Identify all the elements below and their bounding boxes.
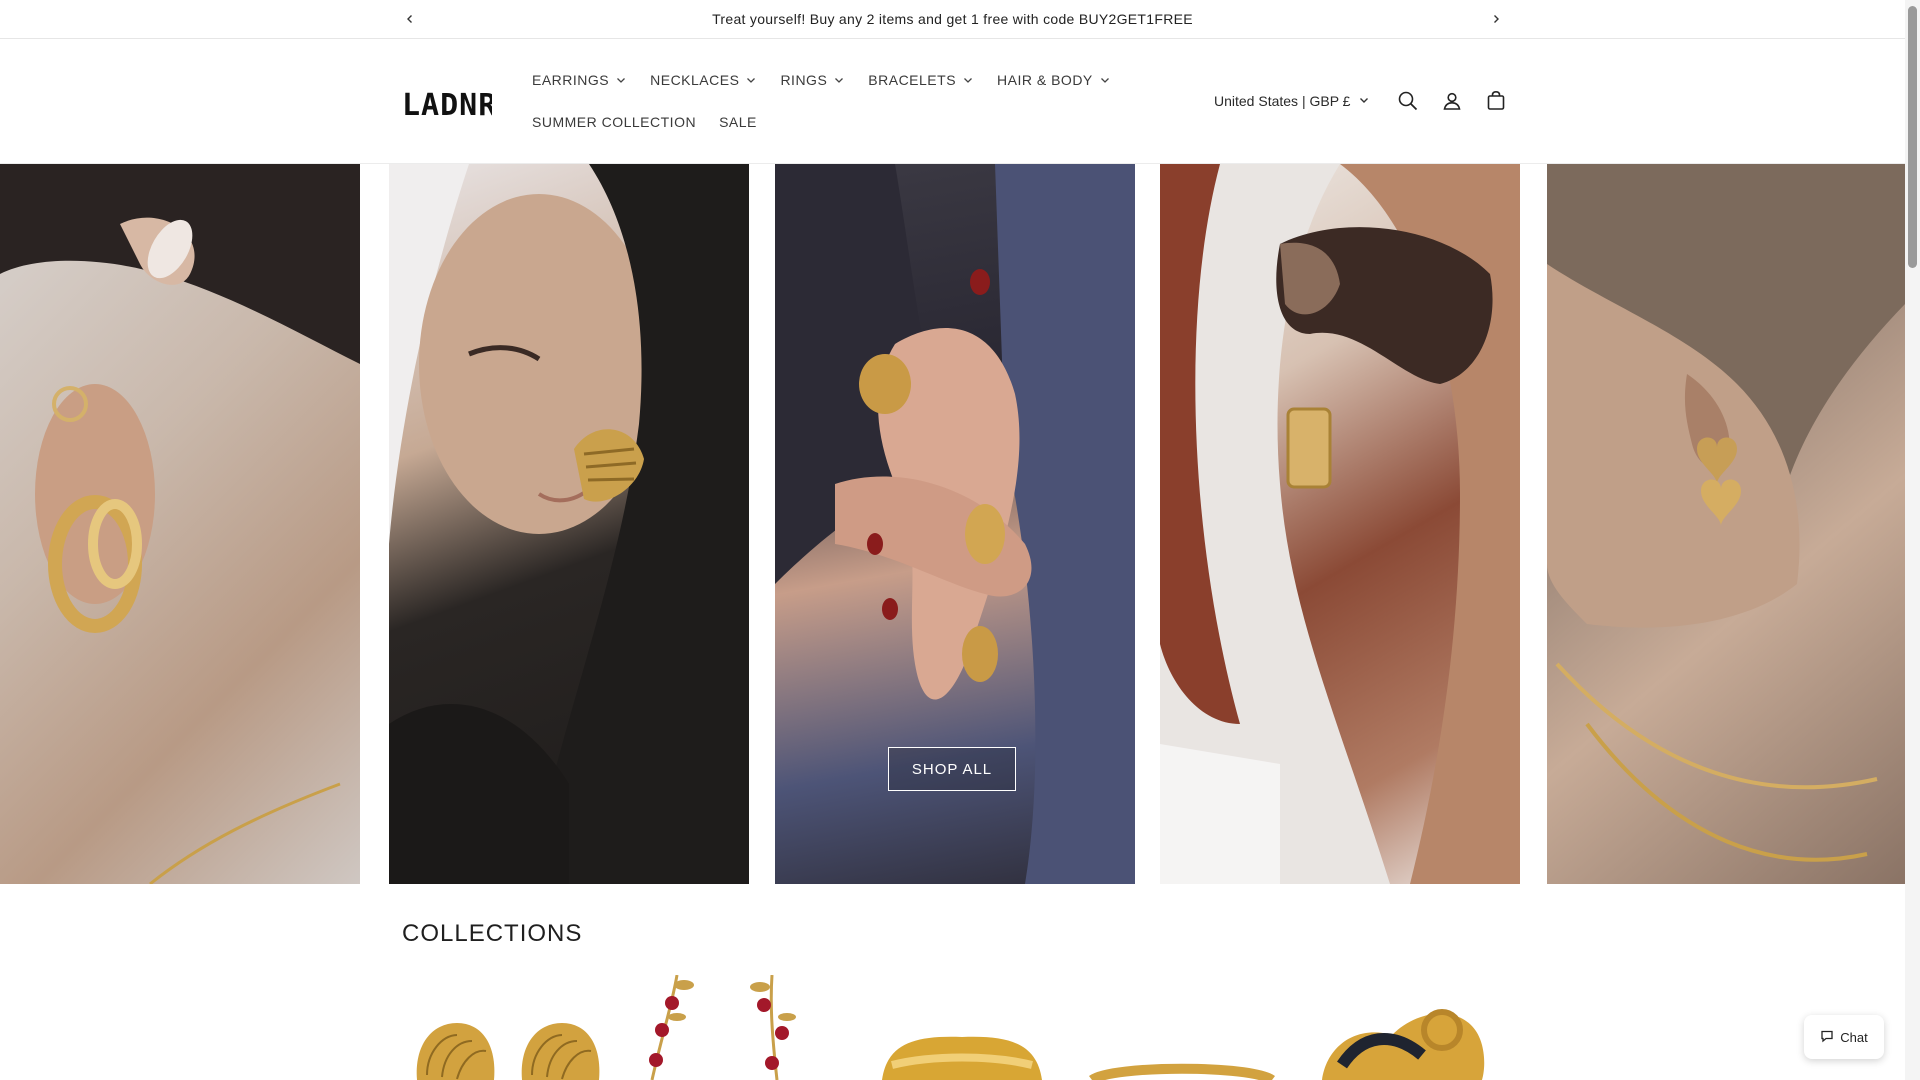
chat-label: Chat: [1840, 1029, 1868, 1045]
chevron-down-icon: [615, 74, 627, 86]
announcement-prev-arrow-icon[interactable]: [400, 9, 420, 29]
nav-item-label: RINGS: [780, 72, 828, 88]
nav-item-label: HAIR & BODY: [997, 72, 1093, 88]
hero-image-heart-earrings: [1547, 164, 1905, 884]
chevron-down-icon: [1358, 93, 1370, 109]
header-actions: United States | GBP £: [1214, 89, 1508, 113]
site-header: LADNR EARRINGS NECKLACES RINGS BRACELETS HAI…: [0, 39, 1905, 164]
collection-item-bangle[interactable]: [1082, 975, 1282, 1080]
nav-item-rings[interactable]: RINGS: [780, 69, 845, 91]
chevron-down-icon: [1099, 74, 1111, 86]
page-scrollbar[interactable]: [1905, 0, 1920, 1080]
country-currency-selector[interactable]: United States | GBP £: [1214, 93, 1370, 109]
chevron-down-icon: [833, 74, 845, 86]
cart-icon[interactable]: [1484, 89, 1508, 113]
announcement-text[interactable]: Treat yourself! Buy any 2 items and get …: [712, 11, 1193, 27]
collections-heading: COLLECTIONS: [402, 920, 583, 947]
nav-item-label: BRACELETS: [868, 72, 957, 88]
hero-banner: SHOP ALL: [0, 164, 1905, 884]
nav-item-label: NECKLACES: [650, 72, 740, 88]
chat-button[interactable]: Chat: [1804, 1015, 1884, 1059]
nav-item-label: EARRINGS: [532, 72, 610, 88]
nav-item-label: SUMMER COLLECTION: [532, 114, 697, 130]
announcement-bar: Treat yourself! Buy any 2 items and get …: [0, 0, 1905, 39]
nav-item-bracelets[interactable]: BRACELETS: [868, 69, 974, 91]
brand-logo[interactable]: LADNR: [402, 83, 496, 123]
chevron-down-icon: [745, 74, 757, 86]
collection-item-bracelet[interactable]: [872, 975, 1052, 1080]
nav-item-sale[interactable]: SALE: [719, 111, 757, 133]
nav-item-summer-collection[interactable]: SUMMER COLLECTION: [532, 111, 696, 133]
main-nav-row-1: EARRINGS NECKLACES RINGS BRACELETS HAIR & BO…: [532, 69, 1134, 91]
collections-strip: [402, 975, 1492, 1080]
collection-item-earrings[interactable]: [402, 975, 622, 1080]
shop-all-label: SHOP ALL: [911, 760, 993, 778]
svg-text:LADNR: LADNR: [402, 88, 492, 123]
hero-image-sunglasses-earring: [1160, 164, 1520, 884]
nav-item-label: SALE: [719, 114, 757, 130]
nav-item-earrings[interactable]: EARRINGS: [532, 69, 627, 91]
scrollbar-thumb[interactable]: [1908, 6, 1917, 268]
account-icon[interactable]: [1440, 89, 1464, 113]
nav-item-necklaces[interactable]: NECKLACES: [650, 69, 757, 91]
chat-bubble-icon: [1820, 1029, 1834, 1046]
country-currency-label: United States | GBP £: [1214, 93, 1351, 109]
main-nav-row-2: SUMMER COLLECTION SALE: [532, 111, 780, 133]
search-icon[interactable]: [1396, 89, 1420, 113]
shop-all-button[interactable]: SHOP ALL: [888, 747, 1016, 791]
nav-item-hair-body[interactable]: HAIR & BODY: [997, 69, 1111, 91]
announcement-next-arrow-icon[interactable]: [1486, 9, 1506, 29]
collection-item-hair-accessory[interactable]: [1312, 975, 1492, 1080]
hero-image-hoop-earrings: [0, 164, 360, 884]
collection-item-cherry-earrings[interactable]: [632, 975, 802, 1080]
chevron-down-icon: [962, 74, 974, 86]
hero-image-statement-earring: [389, 164, 749, 884]
